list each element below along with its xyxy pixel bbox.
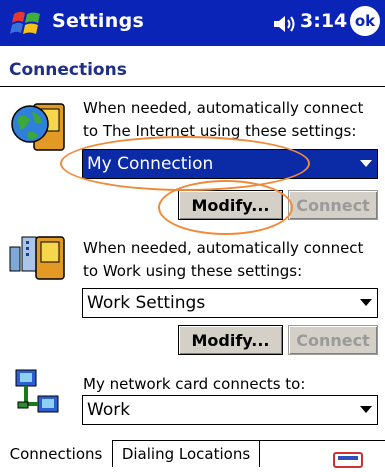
network-card-icon [12, 368, 62, 418]
ok-button[interactable]: ok [350, 6, 380, 36]
chevron-down-icon [359, 149, 373, 179]
highlight-ring-modify [158, 180, 293, 235]
connect-work-button[interactable]: Connect [288, 325, 378, 355]
tab-connections[interactable]: Connections [0, 440, 113, 467]
network-card-value: Work [87, 400, 131, 420]
tab-dialing-locations[interactable]: Dialing Locations [113, 440, 260, 467]
page-title: Connections [9, 60, 127, 80]
chevron-down-icon [359, 288, 373, 318]
work-description: When needed, automatically connect to Wo… [83, 239, 364, 280]
work-connection-icon [8, 233, 68, 283]
app-title: Settings [52, 10, 145, 32]
internet-description: When needed, automatically connect to Th… [83, 99, 364, 140]
network-card-dropdown[interactable]: Work [82, 395, 378, 425]
speaker-icon[interactable] [272, 13, 298, 35]
work-settings-value: Work Settings [87, 293, 206, 313]
work-settings-dropdown[interactable]: Work Settings [82, 288, 378, 318]
modify-work-button[interactable]: Modify... [178, 325, 283, 355]
connect-internet-button[interactable]: Connect [288, 190, 378, 220]
divider [0, 86, 385, 87]
tab-bar [260, 440, 385, 468]
internet-connection-icon [8, 98, 68, 158]
highlight-ring-connection [60, 136, 310, 191]
clock[interactable]: 3:14 [300, 10, 347, 32]
chevron-down-icon [359, 395, 373, 425]
keyboard-icon[interactable] [333, 452, 363, 468]
windows-start-icon[interactable] [10, 6, 44, 40]
network-card-description: My network card connects to: [83, 375, 306, 393]
